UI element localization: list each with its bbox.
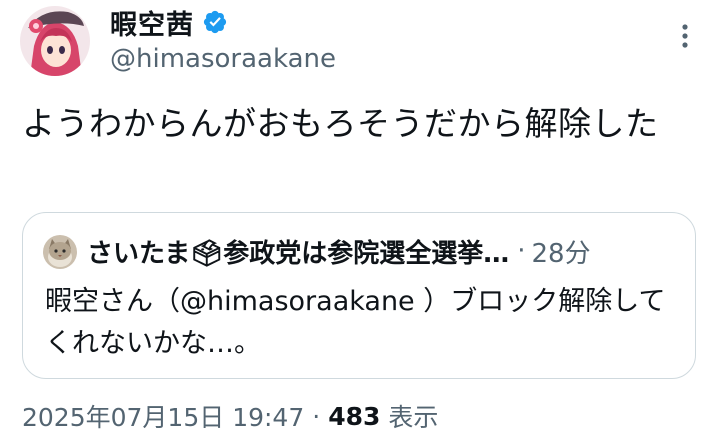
more-options-button[interactable] [674,22,696,50]
quoted-author-avatar[interactable] [43,235,77,269]
tweet-text: ようわからんがおもろそうだから解除した [22,104,659,143]
anime-girl-avatar-icon [20,6,90,76]
tweet-meta: 2025年07月15日 19:47 · 483 表示 [22,394,438,438]
view-count: 483 [328,401,381,431]
author-name-row[interactable]: 暇空茜 [110,3,228,42]
author-display-name[interactable]: 暇空茜 [110,3,194,42]
quoted-separator: · [517,236,526,266]
meta-separator: · [312,401,321,431]
quoted-header: さいたま🗳参政党は参院選全選挙… · 28分 [87,231,591,271]
author-handle[interactable]: @himasoraakane [110,44,336,74]
view-count-label: 表示 [388,403,439,432]
verified-badge-icon [203,10,227,34]
quoted-author-name[interactable]: さいたま🗳参政党は参院選全選挙… [87,233,509,270]
quoted-timestamp[interactable]: 28分 [532,233,591,270]
cat-avatar-icon [43,235,77,269]
quoted-tweet[interactable]: さいたま🗳参政党は参院選全選挙… · 28分 暇空さん（@himasoraaka… [22,212,696,379]
quoted-tweet-text: 暇空さん（@himasoraakane ）ブロック解除してくれないかな…。 [45,286,666,359]
more-vertical-icon [682,24,688,48]
tweet-datetime[interactable]: 2025年07月15日 19:47 [22,398,304,434]
author-avatar[interactable] [20,6,90,76]
